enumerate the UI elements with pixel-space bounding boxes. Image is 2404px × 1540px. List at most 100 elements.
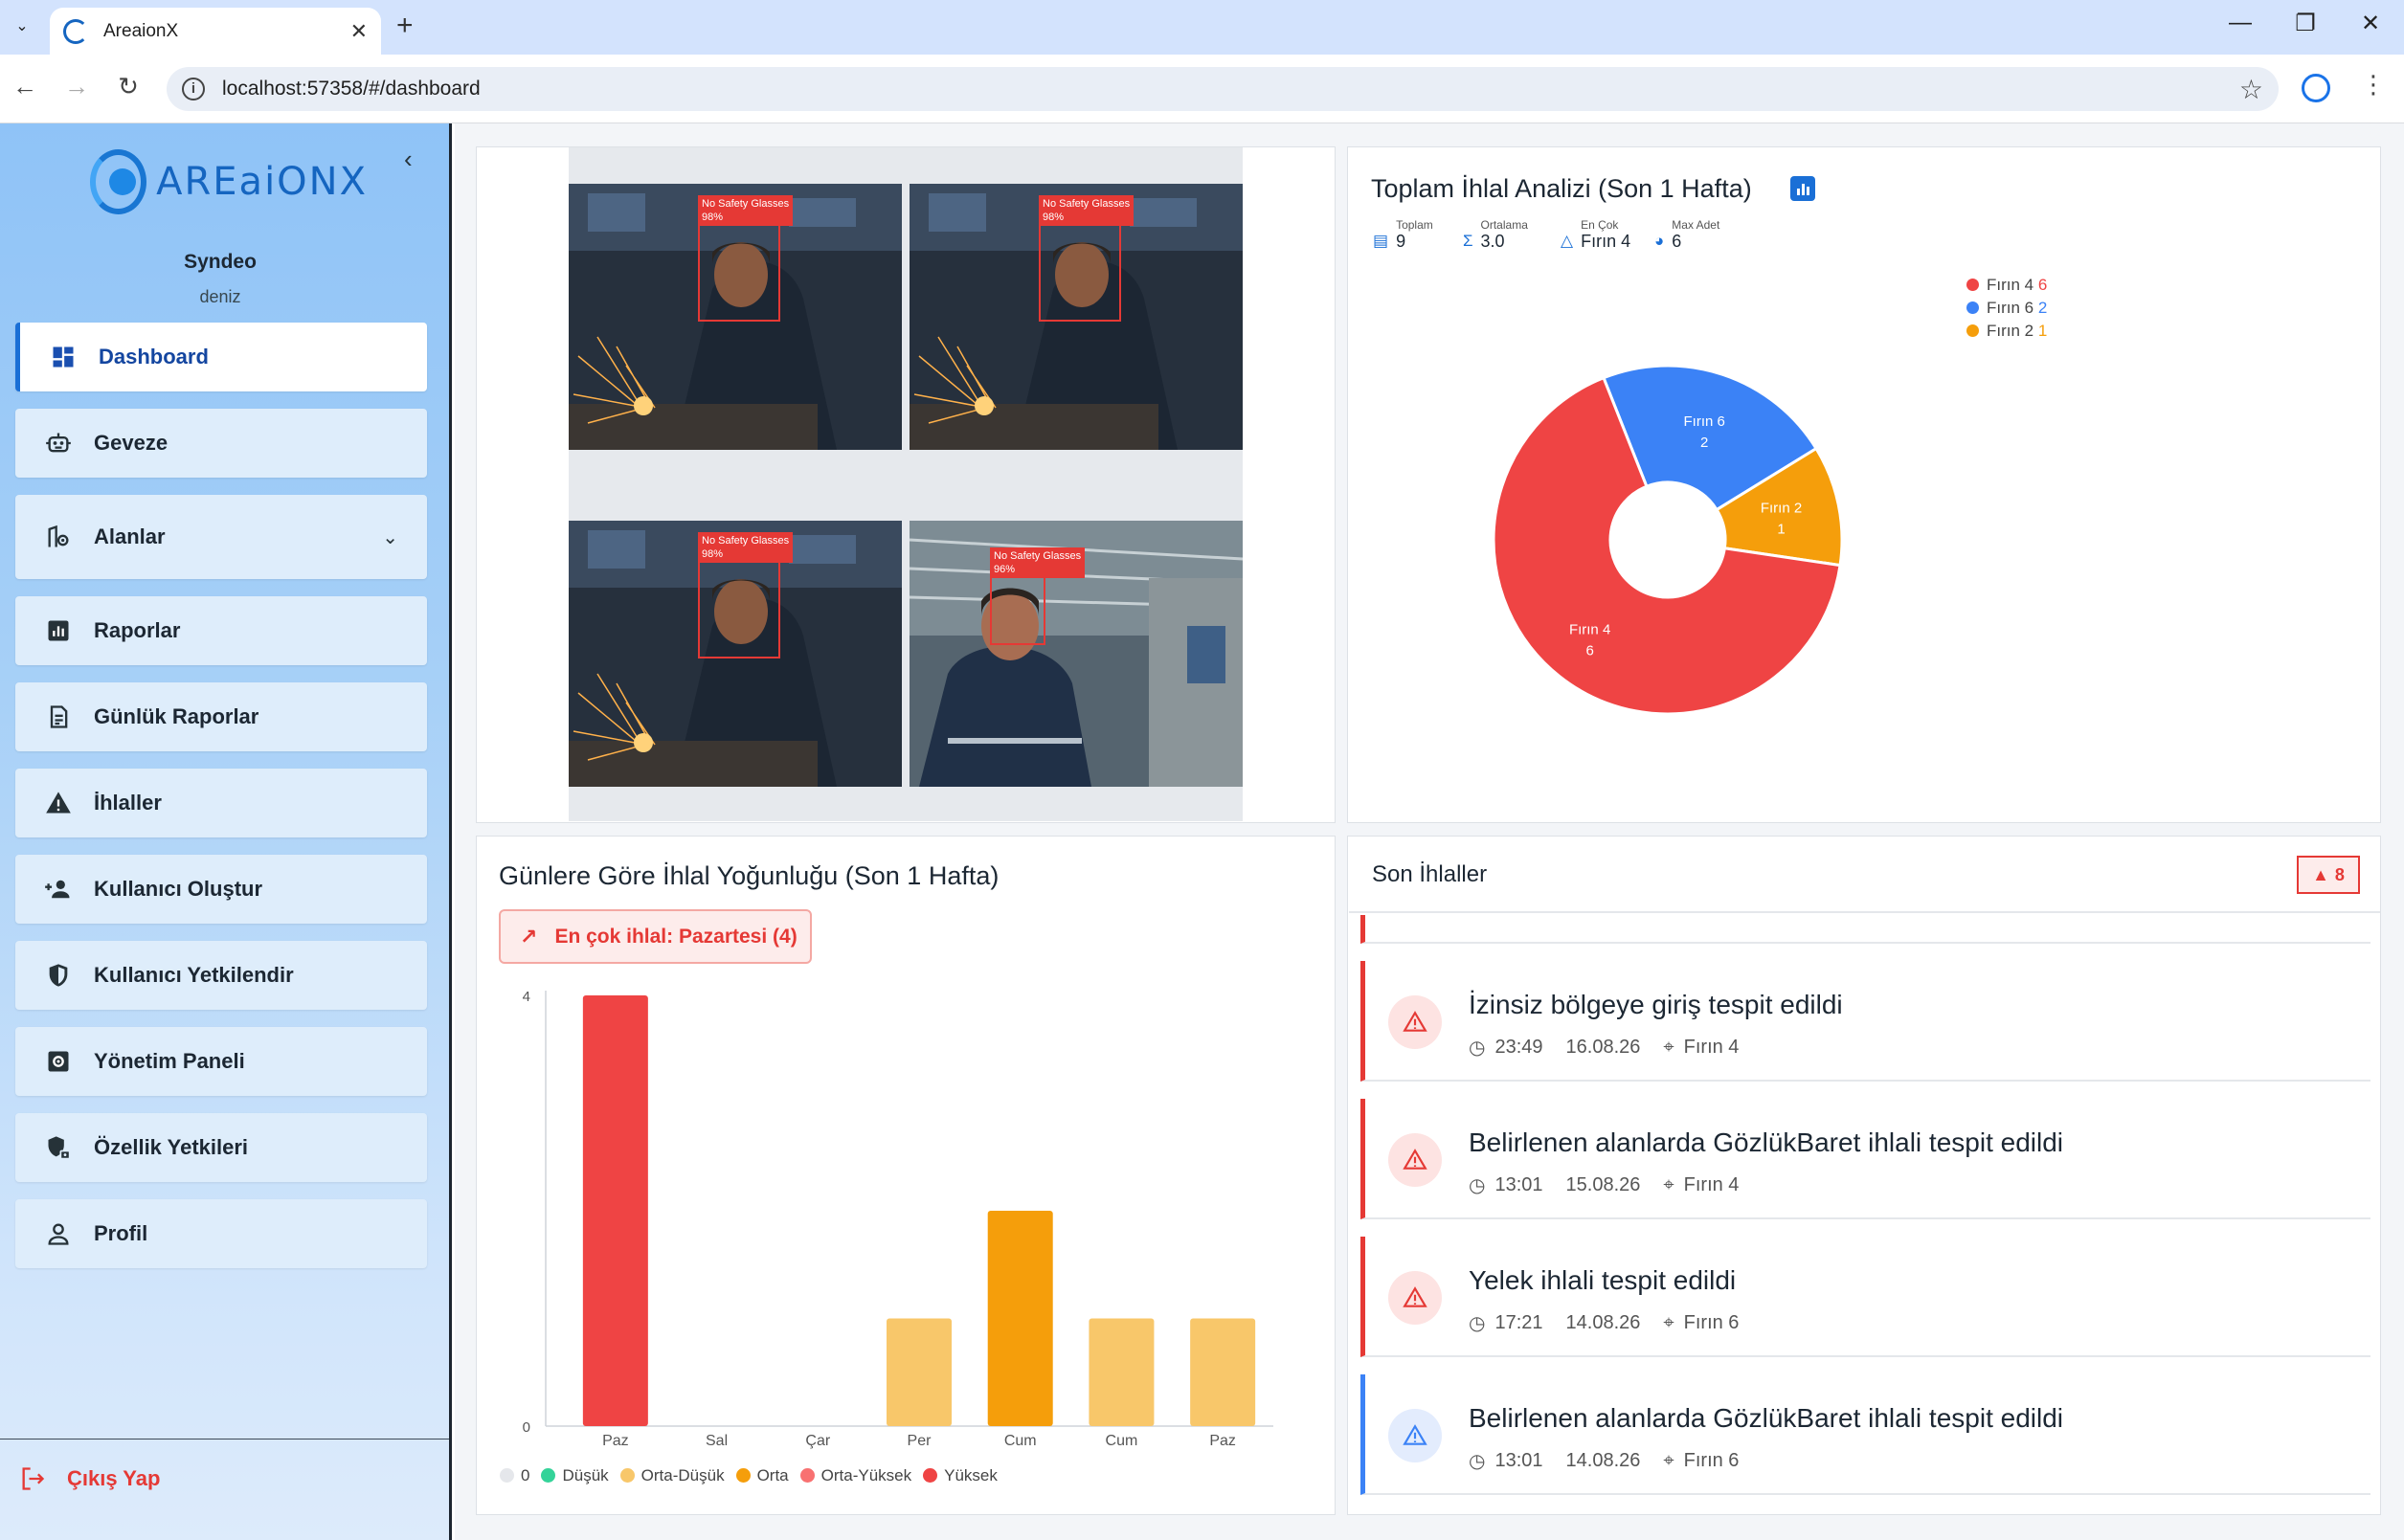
slice-label: Fırın 2 [1761,501,1802,517]
browser-tab-strip: ⌄ AreaionX ✕ + — ❐ ✕ [0,0,2404,55]
reload-button[interactable]: ↻ [111,72,146,101]
nav-alanlar[interactable]: Alanlar ⌄ [15,495,427,579]
camera-feed[interactable]: No Safety Glasses 96% [910,521,1243,787]
violation-title: İzinsiz bölgeye giriş tespit edildi [1469,990,1843,1019]
person-icon [44,1219,73,1248]
top-violation-badge: ↗ En çok ihlal: Pazartesi (4) [499,909,812,964]
legend-item[interactable]: Yüksek [923,1466,998,1485]
stat-label: Toplam [1396,218,1433,232]
legend-item[interactable]: Düşük [541,1466,609,1485]
nav-kullanici-yetkilendir[interactable]: Kullanıcı Yetkilendir [15,941,427,1010]
legend-item[interactable]: Orta-Düşük [619,1466,725,1485]
site-info-icon[interactable]: i [182,78,205,100]
bar[interactable] [582,995,648,1426]
camera-feed[interactable]: No Safety Glasses 98% [569,184,902,450]
back-button[interactable]: ← [8,72,42,101]
camera-feed[interactable]: No Safety Glasses 98% [910,184,1243,450]
nav-ozellik-yetkileri[interactable]: Özellik Yetkileri [15,1113,427,1182]
clock-icon: ◷ [1469,1313,1486,1334]
browser-tab[interactable]: AreaionX ✕ [50,8,381,55]
violation-list-item[interactable]: Belirlenen alanlarda GözlükBaret ihlali … [1360,1099,2370,1219]
x-tick-label: Sal [706,1433,728,1449]
stat-label: En Çok [1581,218,1619,232]
detection-box: No Safety Glasses 98% [698,195,794,322]
bar[interactable] [987,1211,1053,1426]
close-window-button[interactable]: ✕ [2351,10,2390,37]
warning-icon [1388,1271,1442,1325]
close-tab-icon[interactable]: ✕ [350,19,368,44]
bookmark-star-icon[interactable]: ☆ [2239,74,2263,105]
card-title: Toplam İhlal Analizi (Son 1 Hafta) [1371,174,1752,203]
bar-legend: 0 Düşük Orta-Düşük Orta Orta-Yüksek Yüks… [500,1466,1009,1485]
stat-value: 3.0 [1480,232,1505,251]
x-tick-label: Çar [805,1433,830,1449]
pie-icon: ◕ [1654,232,1665,250]
nav-label: Alanlar [94,524,166,548]
legend-item[interactable]: 0 [500,1466,529,1485]
url-text[interactable]: localhost:57358/#/dashboard [222,78,2239,100]
nav-kullanici-olustur[interactable]: Kullanıcı Oluştur [15,855,427,924]
collapse-sidebar-icon[interactable]: ‹ [404,145,413,174]
detection-box: No Safety Glasses 98% [698,532,794,658]
nav-yonetim-paneli[interactable]: Yönetim Paneli [15,1027,427,1096]
nav-profil[interactable]: Profil [15,1199,427,1268]
robot-icon [44,429,73,458]
warning-icon [1388,995,1442,1049]
violation-list-item[interactable]: İzinsiz bölgeye giriş tespit edildi ◷ 23:… [1360,961,2370,1082]
bar[interactable] [1190,1318,1256,1427]
tab-search-button[interactable]: ⌄ [8,11,36,40]
nav-label: Günlük Raporlar [94,704,259,728]
detection-label: No Safety Glasses 98% [1039,195,1135,226]
logout-label: Çıkış Yap [67,1466,161,1490]
violation-meta: ◷ 23:49 16.08.26 ⌖ Fırın 4 [1469,1037,1740,1059]
forward-button[interactable]: → [59,72,94,101]
stat-average: Σ Ortalama 3.0 [1463,218,1528,252]
legend-item[interactable]: Fırın 4 6 [1966,274,2047,297]
nav-geveze[interactable]: Geveze [15,409,427,478]
nav-raporlar[interactable]: Raporlar [15,596,427,665]
legend-item[interactable]: Fırın 6 2 [1966,297,2047,320]
logout-button[interactable]: Çıkış Yap [19,1465,160,1492]
warning-icon [1388,1133,1442,1187]
area-settings-icon [44,523,73,551]
y-tick-label: 0 [523,1419,530,1436]
nav-label: İhlaller [94,791,162,815]
user-role: deniz [199,287,241,306]
user-name: Syndeo [184,251,257,273]
location-pin-icon: ⌖ [1663,1450,1674,1471]
legend-item[interactable]: Fırın 2 1 [1966,320,2047,343]
app-logo[interactable]: AREaiONX [90,146,368,217]
omnibox[interactable]: i localhost:57358/#/dashboard ☆ [167,67,2279,111]
list-item-partial [1360,915,2370,944]
violation-list-item[interactable]: Yelek ihlali tespit edildi ◷ 17:21 14.08.2… [1360,1237,2370,1357]
nav-label: Kullanıcı Oluştur [94,877,263,901]
browser-menu-icon[interactable]: ⋮ [2361,70,2386,100]
bar[interactable] [887,1318,952,1427]
card-title: Günlere Göre İhlal Yoğunluğu (Son 1 Haft… [499,861,1000,890]
new-tab-button[interactable]: + [396,11,414,40]
nav-gunluk-raporlar[interactable]: Günlük Raporlar [15,682,427,751]
clock-icon: ◷ [1469,1451,1486,1472]
camera-grid: No Safety Glasses 98% No Safety Glasses 98… [569,147,1243,821]
violation-list-item[interactable]: Belirlenen alanlarda GözlükBaret ihlali … [1360,1374,2370,1495]
chevron-down-icon[interactable]: ⌄ [382,525,398,549]
violation-title: Yelek ihlali tespit edildi [1469,1265,1737,1295]
restore-button[interactable]: ❐ [2286,10,2325,37]
detection-label: No Safety Glasses 98% [698,532,794,563]
profile-icon[interactable] [2302,74,2330,102]
location-pin-icon: ⌖ [1663,1037,1674,1058]
minimize-button[interactable]: — [2221,10,2259,36]
address-bar-row: ← → ↻ i localhost:57358/#/dashboard ☆ ⋮ [0,55,2404,123]
bar[interactable] [1089,1318,1155,1427]
violation-meta: ◷ 17:21 14.08.26 ⌖ Fırın 6 [1469,1312,1740,1334]
shield-icon [44,961,73,990]
legend-item[interactable]: Orta [735,1466,789,1485]
warning-outline-icon: △ [1561,232,1574,250]
warning-icon [44,789,73,817]
nav-ihlaller[interactable]: İhlaller [15,769,427,837]
nav-dashboard[interactable]: Dashboard [15,323,427,391]
legend-item[interactable]: Orta-Yüksek [799,1466,911,1485]
card-title: Son İhlaller [1372,861,1488,887]
camera-feed[interactable]: No Safety Glasses 98% [569,521,902,787]
nav-label: Kullanıcı Yetkilendir [94,963,294,987]
